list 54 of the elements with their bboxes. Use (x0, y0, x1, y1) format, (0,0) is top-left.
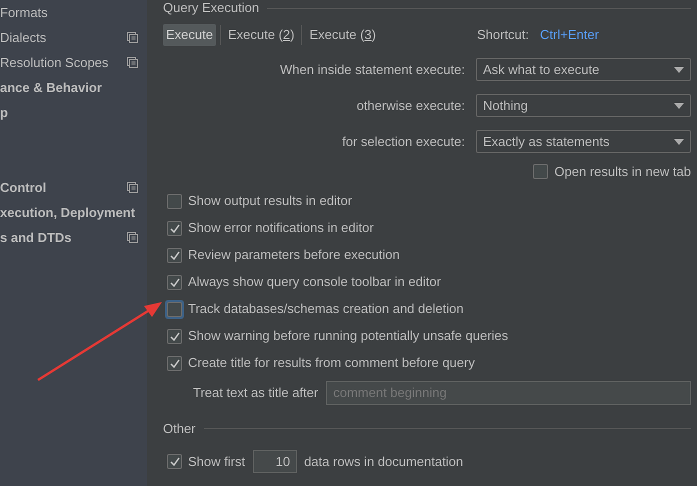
checkbox-label: Track databases/schemas creation and deletion (188, 300, 464, 318)
execute-tab[interactable]: Execute (163, 24, 216, 46)
copy-icon (127, 182, 138, 193)
checkmark-icon (170, 224, 180, 232)
sidebar-item[interactable]: ance & Behavior (0, 78, 102, 98)
checkbox-label: Open results in new tab (554, 163, 691, 181)
sidebar-item[interactable]: Formats (0, 2, 48, 22)
dropdown[interactable]: Nothing (476, 94, 691, 117)
checkbox[interactable] (167, 220, 182, 236)
copy-icon (127, 232, 138, 243)
sidebar-item[interactable]: Control (0, 178, 46, 198)
checkmark-icon (170, 332, 180, 340)
dropdown[interactable]: Exactly as statements (476, 130, 691, 153)
checkbox[interactable] (167, 328, 182, 344)
checkbox[interactable] (167, 356, 182, 370)
sidebar-item[interactable]: Dialects (0, 28, 46, 48)
checkmark-icon (170, 278, 180, 286)
checkbox[interactable] (167, 248, 182, 262)
sidebar-item[interactable]: Resolution Scopes (0, 52, 108, 72)
checkbox[interactable] (167, 274, 182, 290)
caret-icon (674, 102, 684, 108)
copy-icon (127, 32, 138, 43)
field-label: Treat text as title after (193, 384, 318, 402)
dropdown-label: for selection execute: (342, 132, 465, 151)
checkbox-label: Create title for results from comment before query (188, 354, 475, 372)
checkmark-icon (170, 457, 180, 466)
rows-field[interactable]: 10 (253, 450, 298, 473)
checkbox-label: Review parameters before execution (188, 246, 400, 264)
caret-icon (674, 138, 684, 144)
shortcut-link[interactable]: Ctrl+Enter (540, 25, 599, 45)
checkbox[interactable] (533, 164, 548, 180)
section-title: Other (163, 420, 196, 438)
copy-icon (127, 57, 138, 68)
checkbox-label: Show warning before running potentially unsafe queries (188, 327, 508, 346)
checkbox-label: data rows in documentation (304, 452, 464, 471)
checkbox[interactable] (167, 194, 182, 208)
sidebar-item[interactable]: xecution, Deployment (0, 202, 136, 222)
checkbox-label: Show first (188, 452, 246, 471)
execute-tab[interactable]: Execute (2) (224, 24, 298, 46)
dropdown[interactable]: Ask what to execute (476, 58, 691, 81)
checkmark-icon (170, 250, 180, 260)
checkmark-icon (170, 358, 180, 368)
checkbox-label: Show output results in editor (188, 192, 352, 210)
checkbox-label: Show error notifications in editor (188, 219, 374, 238)
checkbox[interactable] (167, 454, 182, 469)
sidebar-item[interactable]: s and DTDs (0, 228, 72, 248)
dropdown-label: otherwise execute: (356, 96, 465, 115)
execute-tab[interactable]: Execute (3) (306, 24, 379, 46)
caret-icon (674, 66, 684, 72)
checkbox-label: Always show query console toolbar in editor (188, 273, 441, 292)
dropdown-label: When inside statement execute: (280, 60, 465, 79)
shortcut-label: Shortcut: (476, 26, 530, 44)
section-title: Query Execution (163, 0, 260, 18)
sidebar-item[interactable]: p (0, 102, 8, 122)
